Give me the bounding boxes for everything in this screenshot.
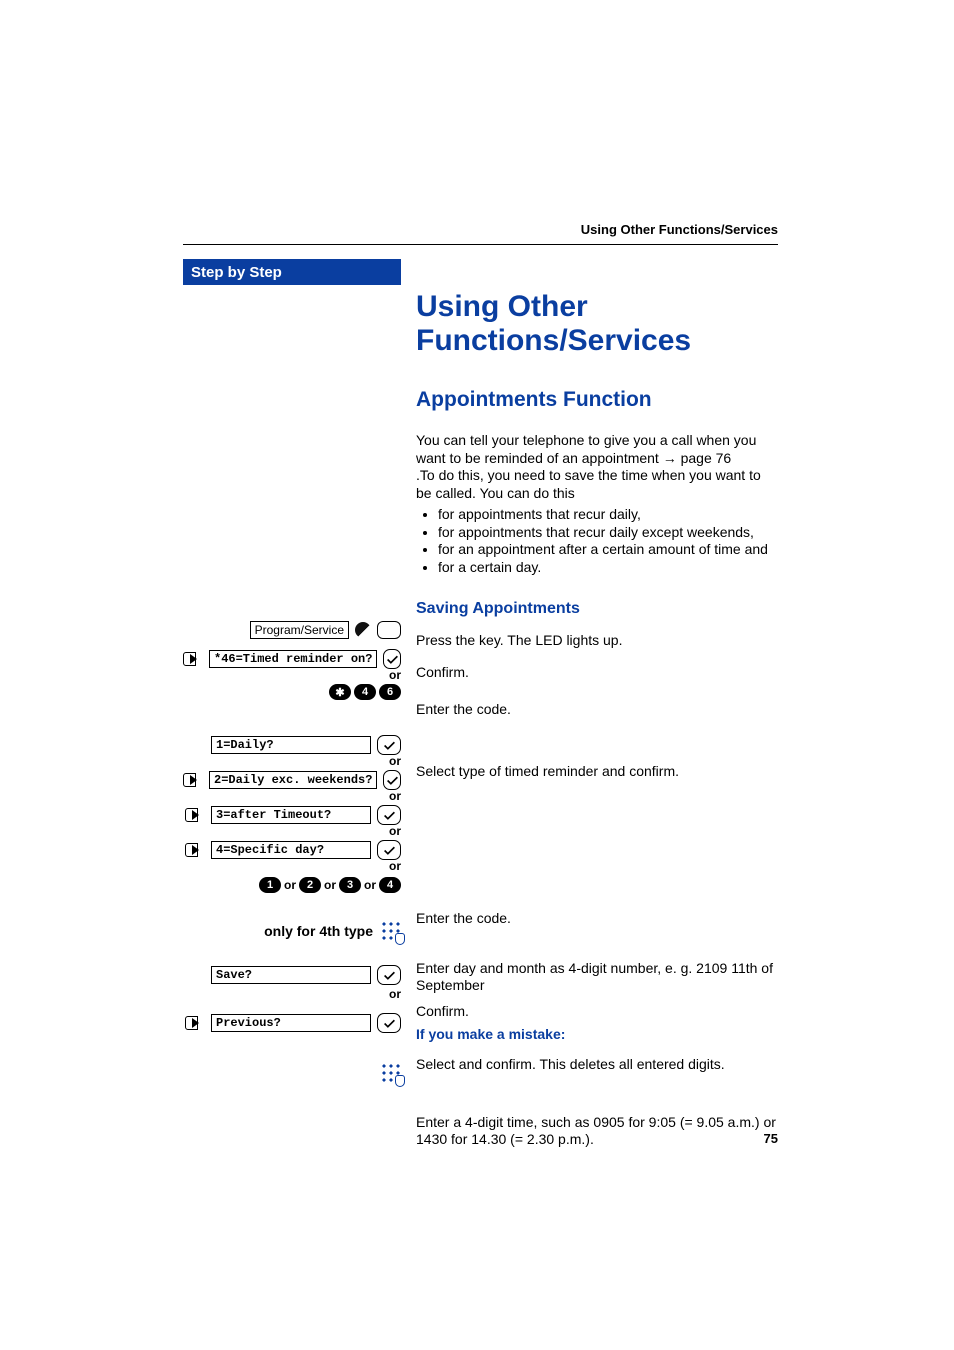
bullet-1: for appointments that recur daily,	[438, 506, 778, 524]
or-label-3: or	[389, 789, 401, 803]
only-4th-label: only for 4th type	[264, 923, 373, 939]
or-label-5: or	[389, 859, 401, 873]
running-header: Using Other Functions/Services	[581, 222, 778, 237]
ok-button-prev[interactable]	[377, 1013, 401, 1033]
key-1[interactable]: 1	[259, 877, 281, 893]
or-sep-2: or	[324, 878, 336, 892]
lcd-opt3: 3=after Timeout?	[211, 806, 371, 824]
lcd-reminder: *46=Timed reminder on?	[209, 650, 377, 668]
key-2[interactable]: 2	[299, 877, 321, 893]
step-confirm-2: Confirm.	[416, 1003, 778, 1021]
nav-arrow-icon-2[interactable]	[183, 773, 203, 787]
opt3-row: 3=after Timeout?	[183, 805, 401, 825]
program-service-row: Program/Service	[183, 621, 401, 639]
keypad-time-row	[381, 1063, 401, 1088]
key-4b[interactable]: 4	[379, 877, 401, 893]
step-day-month: Enter day and month as 4-digit number, e…	[416, 960, 778, 995]
keypad-icon[interactable]	[381, 921, 401, 941]
arrow-icon: →	[663, 450, 677, 466]
mistake-heading: If you make a mistake:	[416, 1026, 778, 1042]
only-4th-row: only for 4th type	[264, 921, 401, 941]
save-row: Save?	[183, 965, 401, 985]
ok-button-opt3[interactable]	[377, 805, 401, 825]
code-keys-row: ✱ 4 6	[329, 684, 401, 700]
or-label-6: or	[389, 987, 401, 1001]
sidebar-title: Step by Step	[183, 259, 401, 285]
bullet-2: for appointments that recur daily except…	[438, 524, 778, 542]
or-label-2: or	[389, 754, 401, 768]
page-number: 75	[764, 1131, 778, 1146]
nav-arrow-icon-5[interactable]	[185, 1016, 205, 1030]
or-sep-1: or	[284, 878, 296, 892]
step-enter-code-1: Enter the code.	[416, 701, 778, 719]
step-select-delete: Select and confirm. This deletes all ent…	[416, 1056, 778, 1074]
intro-pageref: page 76	[677, 450, 732, 466]
program-service-label: Program/Service	[250, 621, 349, 639]
keypad-icon-2[interactable]	[381, 1063, 401, 1083]
ok-button-save[interactable]	[377, 965, 401, 985]
ok-button-opt1[interactable]	[377, 735, 401, 755]
opt1-row: 1=Daily?	[183, 735, 401, 755]
key-6[interactable]: 6	[379, 684, 401, 700]
key-3[interactable]: 3	[339, 877, 361, 893]
page: Using Other Functions/Services Step by S…	[0, 0, 954, 1350]
header-rule	[183, 244, 778, 245]
step-enter-time: Enter a 4-digit time, such as 0905 for 9…	[416, 1114, 778, 1149]
or-sep-3: or	[364, 878, 376, 892]
type-code-row: 1 or 2 or 3 or 4	[259, 877, 401, 893]
ok-button-opt4[interactable]	[377, 840, 401, 860]
intro-paragraph: You can tell your telephone to give you …	[416, 432, 778, 502]
nav-arrow-icon[interactable]	[183, 652, 203, 666]
key-star[interactable]: ✱	[329, 684, 351, 700]
ok-button-opt2[interactable]	[383, 770, 401, 790]
intro-bullets: for appointments that recur daily, for a…	[416, 506, 778, 576]
lcd-opt2: 2=Daily exc. weekends?	[209, 771, 377, 789]
step-select-type: Select type of timed reminder and confir…	[416, 763, 778, 781]
h3-title: Saving Appointments	[416, 600, 778, 618]
lcd-opt1: 1=Daily?	[211, 736, 371, 754]
step-press-key: Press the key. The LED lights up.	[416, 632, 778, 650]
reminder-lcd-row: *46=Timed reminder on?	[183, 649, 401, 669]
bullet-4: for a certain day.	[438, 559, 778, 577]
lcd-previous: Previous?	[211, 1014, 371, 1032]
step-confirm-1: Confirm.	[416, 664, 778, 682]
lcd-opt4: 4=Specific day?	[211, 841, 371, 859]
bullet-3: for an appointment after a certain amoun…	[438, 541, 778, 559]
h2-title: Appointments Function	[416, 388, 778, 412]
main-column: Using Other Functions/Services Appointme…	[416, 290, 778, 1149]
or-label-1: or	[389, 668, 401, 682]
key-4[interactable]: 4	[354, 684, 376, 700]
key-box-icon[interactable]	[377, 621, 401, 639]
led-icon	[355, 622, 371, 638]
nav-arrow-icon-3[interactable]	[185, 808, 205, 822]
intro-text-2: .To do this, you need to save the time w…	[416, 467, 761, 501]
step-enter-code-2: Enter the code.	[416, 910, 778, 928]
h1-title: Using Other Functions/Services	[416, 290, 778, 358]
lcd-save: Save?	[211, 966, 371, 984]
ok-button[interactable]	[383, 649, 401, 669]
opt4-row: 4=Specific day?	[183, 840, 401, 860]
nav-arrow-icon-4[interactable]	[185, 843, 205, 857]
previous-row: Previous?	[183, 1013, 401, 1033]
or-label-4: or	[389, 824, 401, 838]
opt2-row: 2=Daily exc. weekends?	[183, 770, 401, 790]
